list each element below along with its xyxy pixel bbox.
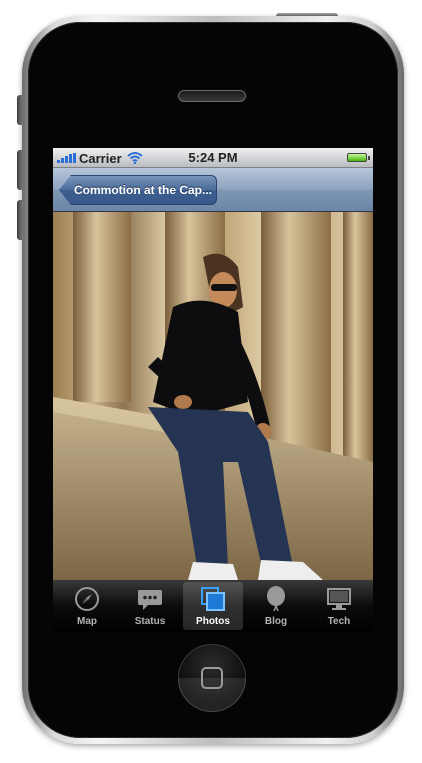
tab-blog[interactable]: Blog: [246, 582, 306, 630]
photo-view[interactable]: [53, 212, 373, 580]
speech-bubble-icon: [138, 590, 162, 610]
navigation-bar: Commotion at the Cap...: [53, 168, 373, 212]
screen: Carrier 5:24 PM Commotion at the Cap...: [53, 148, 373, 632]
back-button[interactable]: Commotion at the Cap...: [59, 175, 217, 205]
monitor-icon: [327, 588, 351, 610]
tab-bar: Map Status Photos Blog Tech: [53, 580, 373, 632]
home-button[interactable]: [178, 644, 246, 712]
tab-tech[interactable]: Tech: [309, 582, 369, 630]
tab-map[interactable]: Map: [57, 582, 117, 630]
balloon-icon: [267, 586, 285, 612]
home-square-icon: [201, 667, 223, 689]
photo-image: [53, 212, 373, 580]
earpiece-speaker: [178, 90, 246, 102]
status-bar: Carrier 5:24 PM: [53, 148, 373, 168]
clock-time: 5:24 PM: [188, 150, 238, 165]
compass-icon: [75, 587, 99, 611]
tab-photos[interactable]: Photos: [183, 582, 243, 630]
tab-status[interactable]: Status: [120, 582, 180, 630]
photos-icon: [201, 587, 225, 611]
battery-icon: [347, 153, 370, 162]
